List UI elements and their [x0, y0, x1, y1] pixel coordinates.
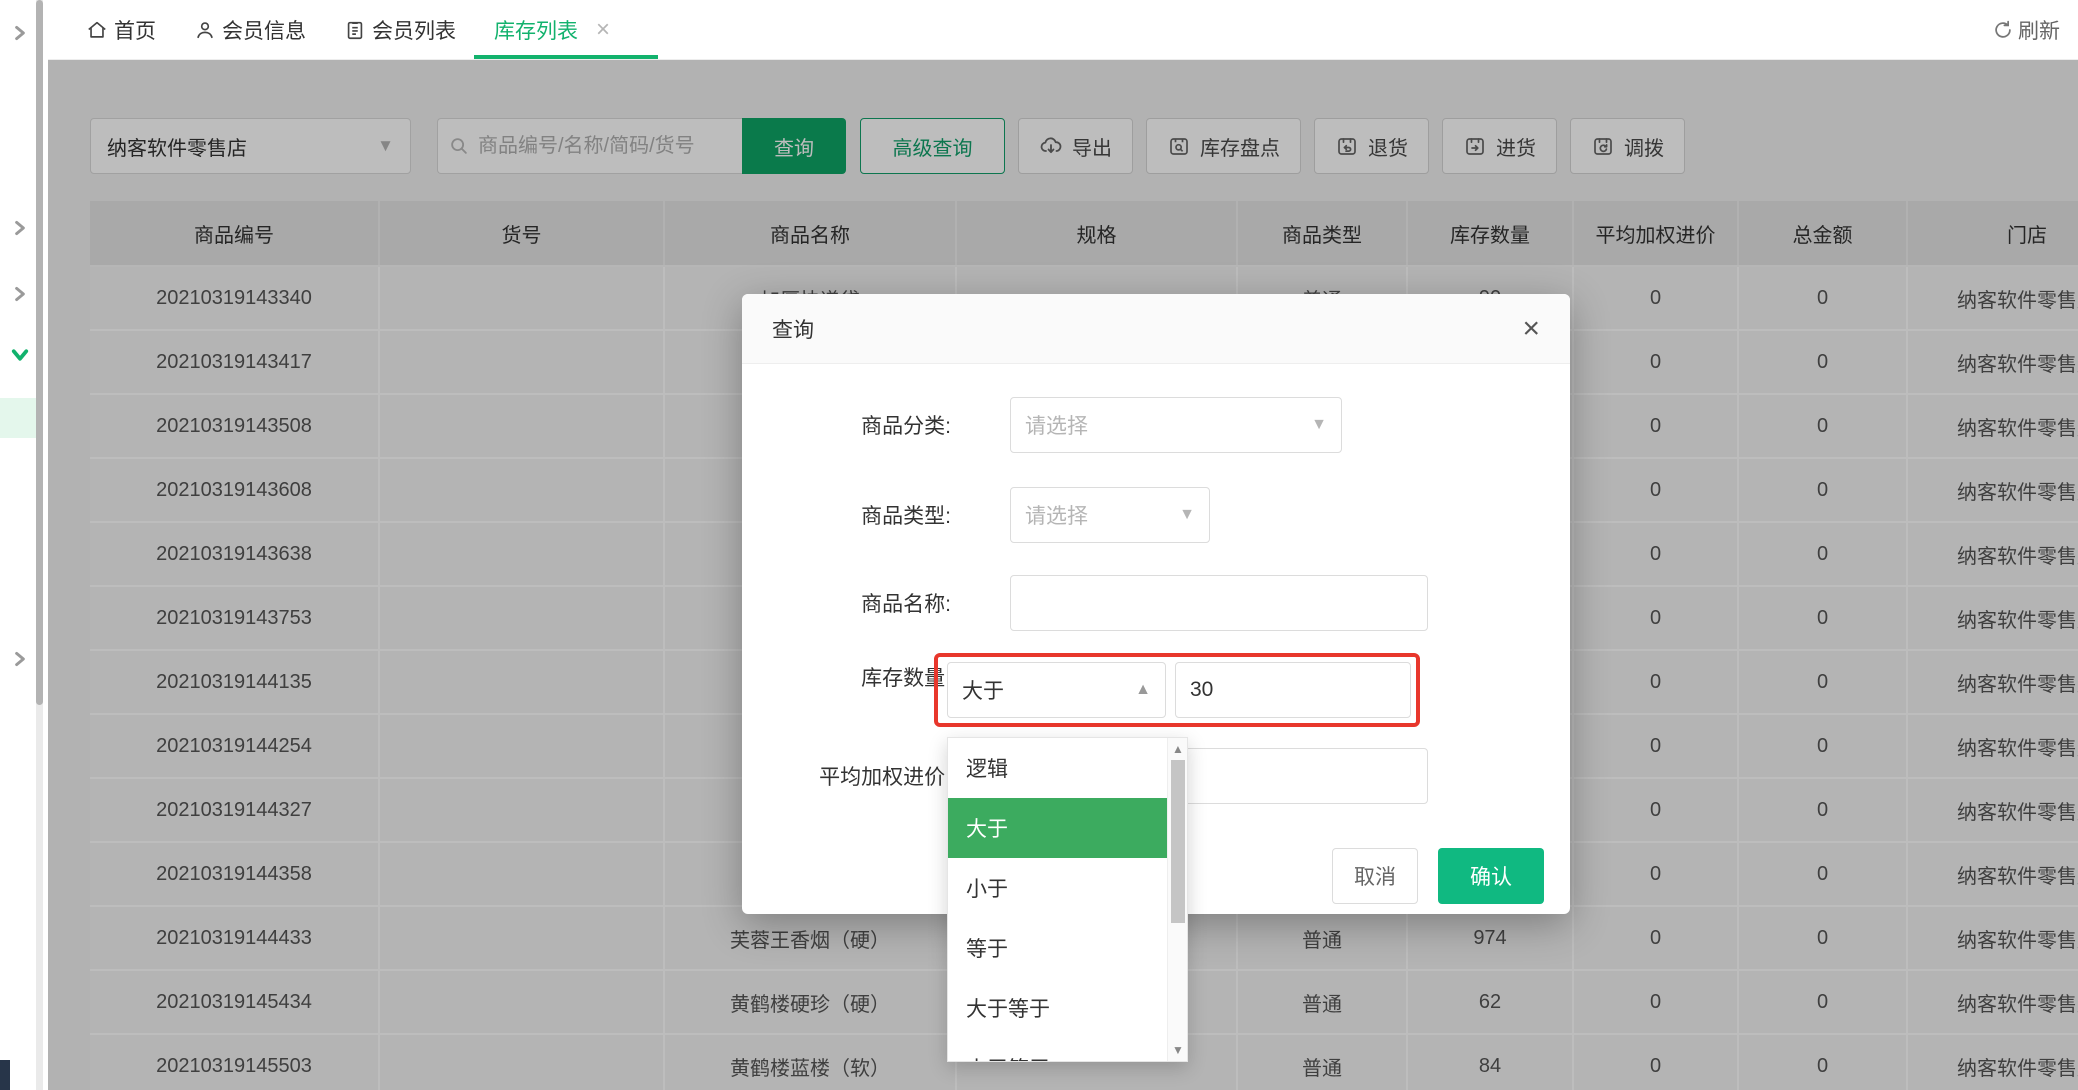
confirm-button[interactable]: 确认	[1438, 848, 1544, 904]
sidebar-chevron-icon[interactable]	[8, 282, 32, 306]
qty-label: 库存数量:	[772, 662, 951, 692]
list-icon	[344, 19, 366, 41]
left-sidebar-rail	[0, 0, 48, 1090]
tab-label: 会员信息	[222, 15, 306, 45]
sidebar-chevron-icon[interactable]	[8, 647, 32, 671]
tab-label: 库存列表	[494, 15, 578, 45]
name-label: 商品名称:	[772, 588, 951, 618]
category-select-placeholder: 请选择	[1025, 410, 1088, 440]
operator-option[interactable]: 逻辑	[948, 738, 1167, 798]
refresh-label: 刷新	[2018, 15, 2060, 45]
sidebar-active-highlight	[0, 398, 36, 438]
user-icon	[194, 19, 216, 41]
scroll-down-icon[interactable]: ▼	[1168, 1039, 1188, 1061]
tab-bar: 首页 会员信息 会员列表 库存列表 × 刷新	[48, 0, 2078, 60]
type-label: 商品类型:	[772, 500, 951, 530]
operator-option-list: 逻辑大于小于等于大于等于小于等于	[948, 738, 1167, 1062]
refresh-icon	[1992, 19, 2014, 41]
chevron-down-icon: ▼	[1311, 416, 1327, 434]
type-select-placeholder: 请选择	[1025, 500, 1088, 530]
product-name-input[interactable]	[1010, 575, 1428, 631]
tab-member-list[interactable]: 会员列表	[344, 0, 456, 59]
close-icon[interactable]: ×	[596, 18, 610, 42]
chevron-down-icon: ▼	[1179, 506, 1195, 524]
dropdown-scrollbar-thumb[interactable]	[1171, 760, 1185, 923]
inventory-app: 首页 会员信息 会员列表 库存列表 × 刷新	[0, 0, 2078, 1090]
operator-option[interactable]: 大于等于	[948, 978, 1167, 1038]
category-select[interactable]: 请选择 ▼	[1010, 397, 1342, 453]
qty-operator-dropdown: 逻辑大于小于等于大于等于小于等于 ▲ ▼	[947, 737, 1188, 1062]
operator-option[interactable]: 等于	[948, 918, 1167, 978]
scroll-up-icon[interactable]: ▲	[1168, 738, 1188, 760]
sidebar-expand-icon[interactable]	[8, 21, 32, 45]
refresh-button[interactable]: 刷新	[1992, 15, 2060, 45]
qty-operator-select[interactable]: 大于 ▲	[947, 662, 1166, 718]
operator-option[interactable]: 大于	[948, 798, 1167, 858]
sidebar-bottom-edge	[0, 1060, 10, 1090]
operator-option[interactable]: 小于等于	[948, 1038, 1167, 1062]
tab-inventory-list[interactable]: 库存列表 ×	[494, 0, 610, 59]
cancel-button[interactable]: 取消	[1332, 848, 1418, 904]
home-icon	[86, 19, 108, 41]
close-icon[interactable]: ×	[1522, 314, 1540, 344]
active-tab-underline	[474, 55, 658, 59]
sidebar-chevron-icon[interactable]	[8, 216, 32, 240]
type-select[interactable]: 请选择 ▼	[1010, 487, 1210, 543]
dropdown-scrollbar: ▲ ▼	[1167, 738, 1187, 1061]
sidebar-chevron-down-active-icon[interactable]	[8, 343, 32, 367]
qty-value-input[interactable]	[1175, 662, 1411, 718]
modal-header: 查询 ×	[742, 294, 1570, 364]
avg-price-label: 平均加权进价:	[772, 761, 951, 791]
operator-option[interactable]: 小于	[948, 858, 1167, 918]
modal-title: 查询	[772, 314, 814, 344]
category-label: 商品分类:	[772, 410, 951, 440]
tab-label: 会员列表	[372, 15, 456, 45]
chevron-up-icon: ▲	[1135, 681, 1151, 699]
tab-member-info[interactable]: 会员信息	[194, 0, 306, 59]
qty-operator-value: 大于	[962, 675, 1004, 705]
qty-highlight-box: 大于 ▲	[934, 653, 1420, 727]
tab-home[interactable]: 首页	[86, 0, 156, 59]
sidebar-scrollbar-thumb[interactable]	[36, 0, 43, 705]
tab-label: 首页	[114, 15, 156, 45]
